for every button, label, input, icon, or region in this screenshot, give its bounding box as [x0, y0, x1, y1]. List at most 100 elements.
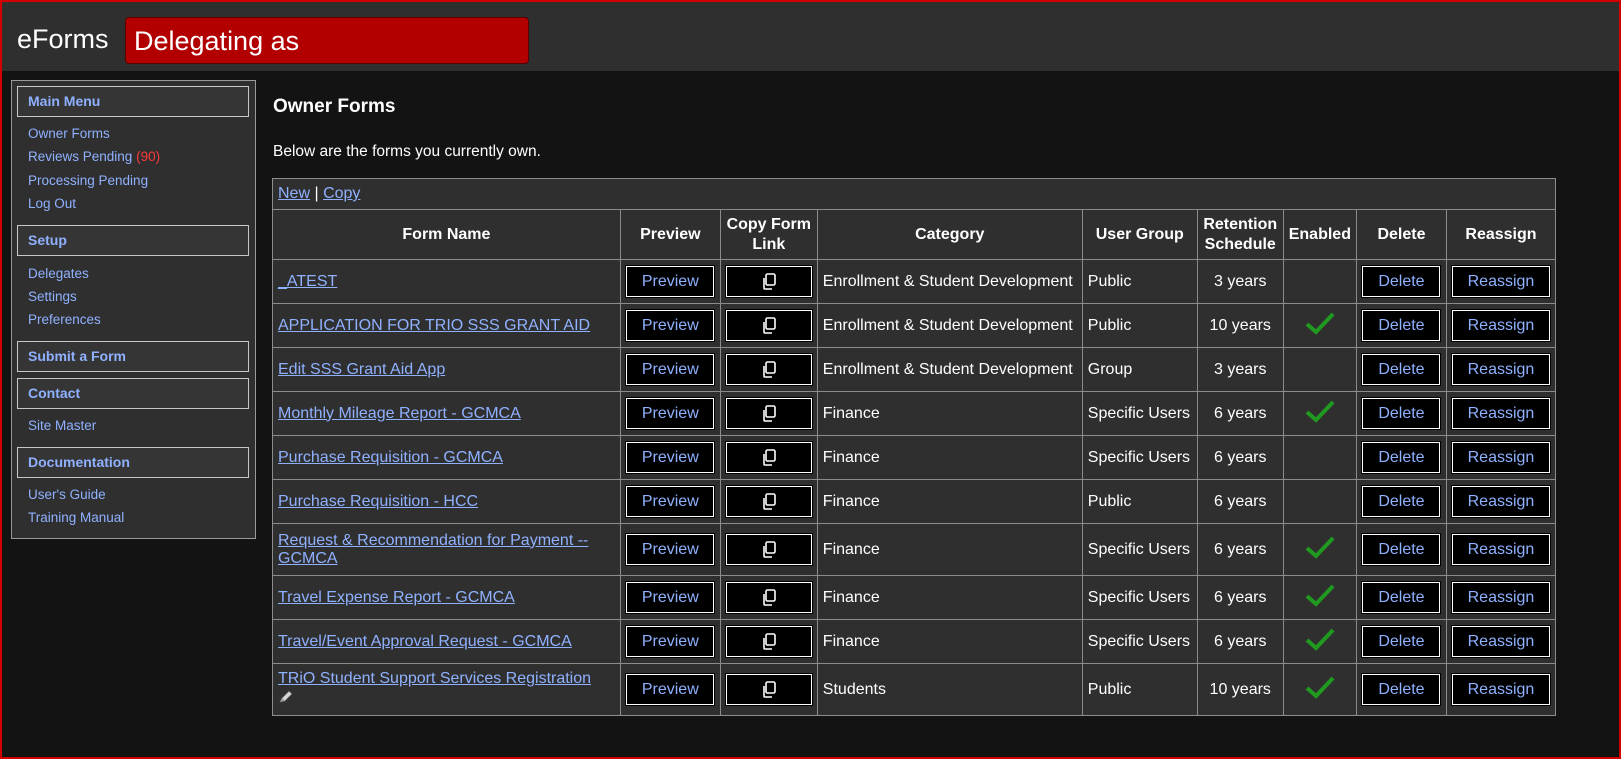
preview-button[interactable]: Preview: [625, 533, 716, 566]
form-name-link[interactable]: Travel Expense Report - GCMCA: [278, 589, 515, 606]
reassign-cell: Reassign: [1445, 575, 1557, 620]
preview-cell: Preview: [619, 259, 721, 304]
reassign-button[interactable]: Reassign: [1450, 673, 1551, 706]
reassign-button[interactable]: Reassign: [1450, 353, 1551, 386]
copy-link-button[interactable]: [724, 625, 813, 658]
reassign-cell: Reassign: [1445, 619, 1557, 664]
delete-button[interactable]: Delete: [1361, 581, 1442, 614]
reassign-button[interactable]: Reassign: [1450, 533, 1551, 566]
copy-form-link[interactable]: Copy: [323, 185, 360, 202]
delete-button[interactable]: Delete: [1361, 533, 1442, 566]
form-name-link[interactable]: Purchase Requisition - GCMCA: [278, 449, 503, 466]
delete-button[interactable]: Delete: [1361, 353, 1442, 386]
form-name-link[interactable]: Request & Recommendation for Payment -- …: [278, 532, 588, 567]
sidebar-heading-setup[interactable]: Setup: [17, 225, 249, 256]
table-row: APPLICATION FOR TRIO SSS GRANT AID Previe…: [272, 303, 1557, 348]
copy-icon: [761, 492, 777, 510]
sidebar-item-site-master[interactable]: Site Master: [28, 418, 96, 433]
column-header-user-group: User Group: [1081, 209, 1198, 260]
category-cell: Finance: [816, 575, 1083, 620]
preview-button[interactable]: Preview: [625, 485, 716, 518]
delete-button[interactable]: Delete: [1361, 441, 1442, 474]
sidebar-heading-documentation[interactable]: Documentation: [17, 447, 249, 478]
copy-icon: [761, 448, 777, 466]
preview-button[interactable]: Preview: [625, 673, 716, 706]
delete-button[interactable]: Delete: [1361, 673, 1442, 706]
preview-cell: Preview: [619, 663, 721, 716]
enabled-cell: [1282, 303, 1357, 348]
reassign-button[interactable]: Reassign: [1450, 441, 1551, 474]
form-name-cell: Request & Recommendation for Payment -- …: [272, 523, 621, 576]
copy-link-button[interactable]: [724, 397, 813, 430]
reassign-button[interactable]: Reassign: [1450, 485, 1551, 518]
form-name-cell: Purchase Requisition - GCMCA: [272, 435, 621, 480]
checkmark-icon: [1305, 399, 1335, 428]
preview-button[interactable]: Preview: [625, 397, 716, 430]
user-group-cell: Public: [1081, 479, 1198, 524]
copy-link-button[interactable]: [724, 581, 813, 614]
copy-link-button[interactable]: [724, 673, 813, 706]
delete-cell: Delete: [1355, 619, 1447, 664]
form-name-link[interactable]: Purchase Requisition - HCC: [278, 493, 478, 510]
copy-link-button[interactable]: [724, 353, 813, 386]
sidebar-item-label: Reviews Pending: [28, 149, 133, 164]
sidebar-item-users-guide[interactable]: User's Guide: [28, 487, 106, 502]
category-cell: Enrollment & Student Development: [816, 347, 1083, 392]
column-header-enabled: Enabled: [1282, 209, 1357, 260]
copy-link-button[interactable]: [724, 309, 813, 342]
delete-button[interactable]: Delete: [1361, 485, 1442, 518]
sidebar-item-owner-forms[interactable]: Owner Forms: [28, 126, 110, 141]
column-header-copy-form-link: Copy Form Link: [719, 209, 818, 260]
new-form-link[interactable]: New: [278, 185, 310, 202]
reassign-button[interactable]: Reassign: [1450, 581, 1551, 614]
form-name-link[interactable]: Travel/Event Approval Request - GCMCA: [278, 633, 572, 650]
reassign-button[interactable]: Reassign: [1450, 309, 1551, 342]
retention-cell: 6 years: [1196, 523, 1284, 576]
preview-button[interactable]: Preview: [625, 309, 716, 342]
delete-button[interactable]: Delete: [1361, 397, 1442, 430]
copy-link-cell: [719, 479, 818, 524]
preview-button[interactable]: Preview: [625, 625, 716, 658]
top-bar: eForms Delegating as: [2, 2, 1619, 71]
preview-button[interactable]: Preview: [625, 441, 716, 474]
reassign-button[interactable]: Reassign: [1450, 397, 1551, 430]
form-name-link[interactable]: _ATEST: [278, 273, 337, 290]
form-name-link[interactable]: Monthly Mileage Report - GCMCA: [278, 405, 521, 422]
delete-button[interactable]: Delete: [1361, 265, 1442, 298]
preview-button[interactable]: Preview: [625, 353, 716, 386]
pencil-icon[interactable]: [278, 690, 294, 709]
sidebar-item-processing-pending[interactable]: Processing Pending: [28, 173, 148, 188]
form-name-link[interactable]: Edit SSS Grant Aid App: [278, 361, 445, 378]
copy-link-button[interactable]: [724, 441, 813, 474]
copy-link-button[interactable]: [724, 265, 813, 298]
copy-link-button[interactable]: [724, 485, 813, 518]
copy-icon: [761, 540, 777, 558]
sidebar-item-training-manual[interactable]: Training Manual: [28, 510, 124, 525]
form-name-cell: Travel/Event Approval Request - GCMCA: [272, 619, 621, 664]
sidebar-item-settings[interactable]: Settings: [28, 289, 77, 304]
copy-link-button[interactable]: [724, 533, 813, 566]
retention-cell: 3 years: [1196, 259, 1284, 304]
sidebar-item-delegates[interactable]: Delegates: [28, 266, 89, 281]
form-name-link[interactable]: APPLICATION FOR TRIO SSS GRANT AID: [278, 317, 590, 334]
sidebar-heading-main-menu[interactable]: Main Menu: [17, 86, 249, 117]
delegating-as-banner[interactable]: Delegating as: [125, 17, 529, 64]
reassign-button[interactable]: Reassign: [1450, 625, 1551, 658]
sidebar-heading-submit-form[interactable]: Submit a Form: [17, 341, 249, 372]
category-cell: Enrollment & Student Development: [816, 303, 1083, 348]
delete-button[interactable]: Delete: [1361, 625, 1442, 658]
sidebar-item-preferences[interactable]: Preferences: [28, 312, 101, 327]
reassign-button[interactable]: Reassign: [1450, 265, 1551, 298]
checkmark-icon: [1305, 627, 1335, 656]
sidebar-item-log-out[interactable]: Log Out: [28, 196, 76, 211]
preview-button[interactable]: Preview: [625, 581, 716, 614]
sidebar-heading-contact[interactable]: Contact: [17, 378, 249, 409]
preview-button[interactable]: Preview: [625, 265, 716, 298]
checkmark-icon: [1305, 675, 1335, 704]
delete-button[interactable]: Delete: [1361, 309, 1442, 342]
delete-cell: Delete: [1355, 259, 1447, 304]
table-row: _ATEST Preview Enrollment & Student Develo…: [272, 259, 1557, 304]
form-name-link[interactable]: TRiO Student Support Services Registrati…: [278, 670, 591, 687]
app-title[interactable]: eForms: [17, 24, 109, 55]
sidebar-item-reviews-pending[interactable]: Reviews Pending (90): [28, 149, 160, 164]
